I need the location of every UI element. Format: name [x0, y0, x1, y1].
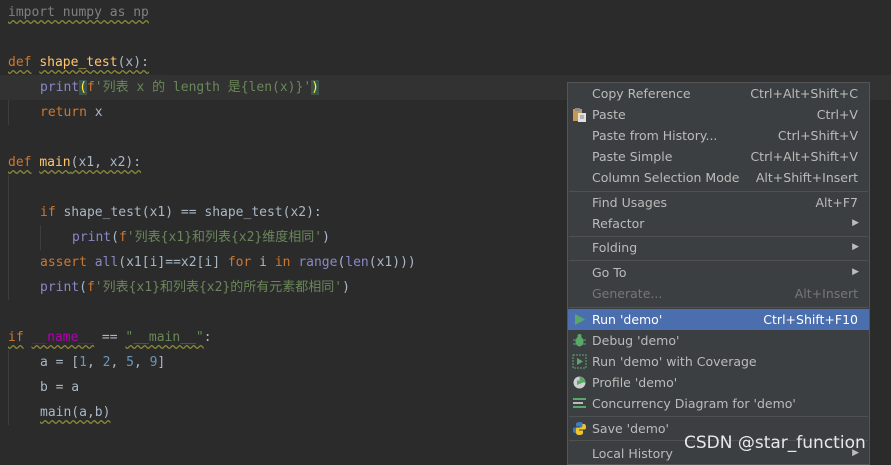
- submenu-arrow-icon: ▶: [852, 267, 859, 277]
- menu-item-run-demo[interactable]: Run 'demo' Ctrl+Shift+F10: [568, 309, 869, 330]
- menu-item-paste-from-history[interactable]: Paste from History... Ctrl+Shift+V: [568, 125, 869, 146]
- menu-item-paste[interactable]: Paste Ctrl+V: [568, 104, 869, 125]
- coverage-icon: [572, 354, 587, 369]
- menu-item-run-with-coverage[interactable]: Run 'demo' with Coverage: [568, 351, 869, 372]
- code-line-3: def shape_test(x):: [8, 55, 149, 70]
- menu-separator: [569, 307, 868, 308]
- menu-item-column-selection-mode[interactable]: Column Selection Mode Alt+Shift+Insert: [568, 167, 869, 188]
- clipboard-icon: [573, 108, 586, 122]
- watermark: CSDN @star_function: [684, 433, 866, 453]
- menu-item-copy-reference[interactable]: Copy Reference Ctrl+Alt+Shift+C: [568, 83, 869, 104]
- code-line-1: import numpy as np: [8, 5, 149, 20]
- menu-separator: [569, 260, 868, 261]
- menu-item-generate: Generate... Alt+Insert: [592, 286, 858, 301]
- menu-item-profile-demo[interactable]: Profile 'demo': [568, 372, 869, 393]
- menu-item-paste-simple[interactable]: Paste Simple Ctrl+Alt+Shift+V: [568, 146, 869, 167]
- menu-item-folding[interactable]: Folding ▶: [568, 237, 869, 258]
- python-icon: [573, 422, 586, 435]
- profile-icon: [573, 376, 586, 389]
- context-menu: Copy Reference Ctrl+Alt+Shift+C Paste Ctrl…: [567, 82, 870, 465]
- submenu-arrow-icon: ▶: [852, 218, 859, 228]
- menu-item-go-to[interactable]: Go To ▶: [568, 262, 869, 283]
- menu-separator: [569, 416, 868, 417]
- debug-icon: [573, 334, 586, 347]
- concurrency-icon: [573, 398, 586, 408]
- menu-item-refactor[interactable]: Refactor ▶: [568, 213, 869, 234]
- menu-item-debug-demo[interactable]: Debug 'demo': [568, 330, 869, 351]
- submenu-arrow-icon: ▶: [852, 242, 859, 252]
- menu-item-concurrency-diagram[interactable]: Concurrency Diagram for 'demo': [568, 393, 869, 414]
- run-icon: [575, 314, 585, 325]
- menu-item-find-usages[interactable]: Find Usages Alt+F7: [568, 192, 869, 213]
